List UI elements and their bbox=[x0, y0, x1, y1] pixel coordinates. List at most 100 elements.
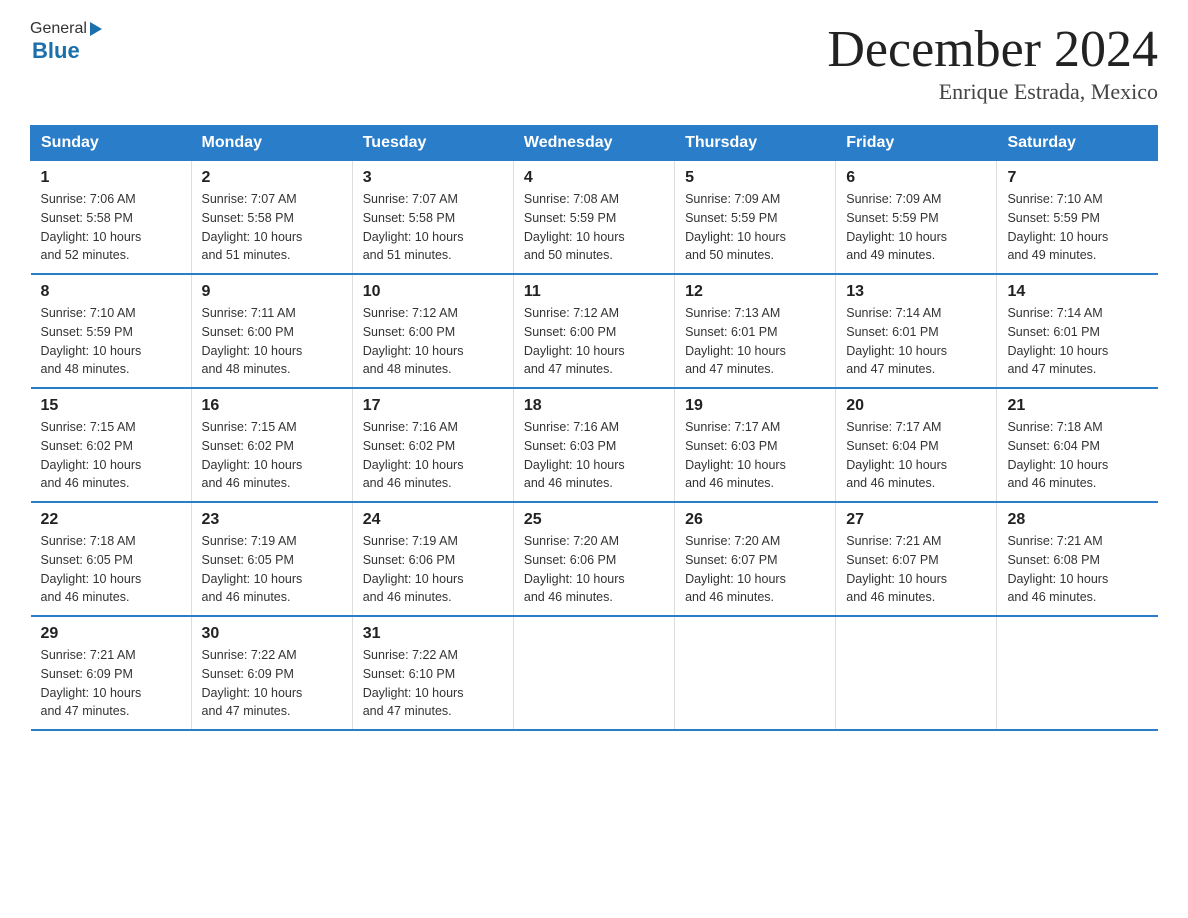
calendar-cell: 26Sunrise: 7:20 AMSunset: 6:07 PMDayligh… bbox=[675, 502, 836, 616]
day-info: Sunrise: 7:12 AMSunset: 6:00 PMDaylight:… bbox=[363, 304, 503, 379]
calendar-cell: 8 Sunrise: 7:10 AMSunset: 5:59 PMDaylight… bbox=[31, 274, 192, 388]
day-number: 4 bbox=[524, 169, 664, 187]
day-info: Sunrise: 7:22 AMSunset: 6:10 PMDaylight:… bbox=[363, 646, 503, 721]
day-info: Sunrise: 7:20 AMSunset: 6:07 PMDaylight:… bbox=[685, 532, 825, 607]
day-number: 7 bbox=[1007, 169, 1147, 187]
day-number: 14 bbox=[1007, 283, 1147, 301]
day-info: Sunrise: 7:07 AMSunset: 5:58 PMDaylight:… bbox=[202, 190, 342, 265]
day-info: Sunrise: 7:16 AMSunset: 6:03 PMDaylight:… bbox=[524, 418, 664, 493]
calendar-cell: 1 Sunrise: 7:06 AMSunset: 5:58 PMDaylight… bbox=[31, 161, 192, 275]
day-info: Sunrise: 7:22 AMSunset: 6:09 PMDaylight:… bbox=[202, 646, 342, 721]
day-info: Sunrise: 7:09 AMSunset: 5:59 PMDaylight:… bbox=[846, 190, 986, 265]
calendar-cell: 2 Sunrise: 7:07 AMSunset: 5:58 PMDaylight… bbox=[191, 161, 352, 275]
day-info: Sunrise: 7:06 AMSunset: 5:58 PMDaylight:… bbox=[41, 190, 181, 265]
day-info: Sunrise: 7:21 AMSunset: 6:09 PMDaylight:… bbox=[41, 646, 181, 721]
day-info: Sunrise: 7:10 AMSunset: 5:59 PMDaylight:… bbox=[41, 304, 181, 379]
day-info: Sunrise: 7:16 AMSunset: 6:02 PMDaylight:… bbox=[363, 418, 503, 493]
day-number: 9 bbox=[202, 283, 342, 301]
day-info: Sunrise: 7:15 AMSunset: 6:02 PMDaylight:… bbox=[41, 418, 181, 493]
day-number: 6 bbox=[846, 169, 986, 187]
day-info: Sunrise: 7:11 AMSunset: 6:00 PMDaylight:… bbox=[202, 304, 342, 379]
header-cell-thursday: Thursday bbox=[675, 126, 836, 161]
day-number: 18 bbox=[524, 397, 664, 415]
day-info: Sunrise: 7:17 AMSunset: 6:03 PMDaylight:… bbox=[685, 418, 825, 493]
header-row: SundayMondayTuesdayWednesdayThursdayFrid… bbox=[31, 126, 1158, 161]
logo-triangle-icon bbox=[90, 22, 102, 36]
calendar-cell: 4 Sunrise: 7:08 AMSunset: 5:59 PMDaylight… bbox=[513, 161, 674, 275]
day-info: Sunrise: 7:15 AMSunset: 6:02 PMDaylight:… bbox=[202, 418, 342, 493]
calendar-subtitle: Enrique Estrada, Mexico bbox=[827, 79, 1158, 105]
calendar-cell: 17Sunrise: 7:16 AMSunset: 6:02 PMDayligh… bbox=[352, 388, 513, 502]
page-header: General Blue December 2024 Enrique Estra… bbox=[30, 20, 1158, 105]
calendar-cell: 14 Sunrise: 7:14 AMSunset: 6:01 PMDayligh… bbox=[997, 274, 1158, 388]
calendar-table: SundayMondayTuesdayWednesdayThursdayFrid… bbox=[30, 125, 1158, 731]
calendar-title: December 2024 bbox=[827, 20, 1158, 79]
day-info: Sunrise: 7:21 AMSunset: 6:08 PMDaylight:… bbox=[1007, 532, 1147, 607]
week-row: 15 Sunrise: 7:15 AMSunset: 6:02 PMDayligh… bbox=[31, 388, 1158, 502]
week-row: 8 Sunrise: 7:10 AMSunset: 5:59 PMDaylight… bbox=[31, 274, 1158, 388]
title-section: December 2024 Enrique Estrada, Mexico bbox=[827, 20, 1158, 105]
day-number: 28 bbox=[1007, 511, 1147, 529]
header-cell-friday: Friday bbox=[836, 126, 997, 161]
day-number: 27 bbox=[846, 511, 986, 529]
day-number: 15 bbox=[41, 397, 181, 415]
day-info: Sunrise: 7:19 AMSunset: 6:06 PMDaylight:… bbox=[363, 532, 503, 607]
calendar-cell: 31 Sunrise: 7:22 AMSunset: 6:10 PMDayligh… bbox=[352, 616, 513, 730]
calendar-cell: 12 Sunrise: 7:13 AMSunset: 6:01 PMDayligh… bbox=[675, 274, 836, 388]
calendar-cell: 15 Sunrise: 7:15 AMSunset: 6:02 PMDayligh… bbox=[31, 388, 192, 502]
calendar-cell: 28 Sunrise: 7:21 AMSunset: 6:08 PMDayligh… bbox=[997, 502, 1158, 616]
calendar-cell: 23 Sunrise: 7:19 AMSunset: 6:05 PMDayligh… bbox=[191, 502, 352, 616]
day-number: 10 bbox=[363, 283, 503, 301]
day-number: 5 bbox=[685, 169, 825, 187]
day-info: Sunrise: 7:18 AMSunset: 6:05 PMDaylight:… bbox=[41, 532, 181, 607]
day-info: Sunrise: 7:13 AMSunset: 6:01 PMDaylight:… bbox=[685, 304, 825, 379]
calendar-cell: 5 Sunrise: 7:09 AMSunset: 5:59 PMDaylight… bbox=[675, 161, 836, 275]
calendar-cell: 29Sunrise: 7:21 AMSunset: 6:09 PMDayligh… bbox=[31, 616, 192, 730]
day-number: 19 bbox=[685, 397, 825, 415]
header-cell-monday: Monday bbox=[191, 126, 352, 161]
day-info: Sunrise: 7:14 AMSunset: 6:01 PMDaylight:… bbox=[1007, 304, 1147, 379]
day-info: Sunrise: 7:09 AMSunset: 5:59 PMDaylight:… bbox=[685, 190, 825, 265]
header-cell-tuesday: Tuesday bbox=[352, 126, 513, 161]
day-info: Sunrise: 7:21 AMSunset: 6:07 PMDaylight:… bbox=[846, 532, 986, 607]
calendar-cell: 22Sunrise: 7:18 AMSunset: 6:05 PMDayligh… bbox=[31, 502, 192, 616]
calendar-cell: 30 Sunrise: 7:22 AMSunset: 6:09 PMDayligh… bbox=[191, 616, 352, 730]
calendar-cell: 16 Sunrise: 7:15 AMSunset: 6:02 PMDayligh… bbox=[191, 388, 352, 502]
calendar-cell: 18 Sunrise: 7:16 AMSunset: 6:03 PMDayligh… bbox=[513, 388, 674, 502]
calendar-cell: 27 Sunrise: 7:21 AMSunset: 6:07 PMDayligh… bbox=[836, 502, 997, 616]
day-info: Sunrise: 7:19 AMSunset: 6:05 PMDaylight:… bbox=[202, 532, 342, 607]
day-info: Sunrise: 7:14 AMSunset: 6:01 PMDaylight:… bbox=[846, 304, 986, 379]
calendar-cell: 11 Sunrise: 7:12 AMSunset: 6:00 PMDayligh… bbox=[513, 274, 674, 388]
day-number: 8 bbox=[41, 283, 181, 301]
calendar-cell: 6 Sunrise: 7:09 AMSunset: 5:59 PMDaylight… bbox=[836, 161, 997, 275]
calendar-cell bbox=[836, 616, 997, 730]
day-number: 3 bbox=[363, 169, 503, 187]
calendar-cell: 10 Sunrise: 7:12 AMSunset: 6:00 PMDayligh… bbox=[352, 274, 513, 388]
header-cell-saturday: Saturday bbox=[997, 126, 1158, 161]
calendar-header: SundayMondayTuesdayWednesdayThursdayFrid… bbox=[31, 126, 1158, 161]
day-number: 31 bbox=[363, 625, 503, 643]
day-number: 30 bbox=[202, 625, 342, 643]
day-number: 11 bbox=[524, 283, 664, 301]
day-info: Sunrise: 7:07 AMSunset: 5:58 PMDaylight:… bbox=[363, 190, 503, 265]
day-number: 13 bbox=[846, 283, 986, 301]
day-number: 20 bbox=[846, 397, 986, 415]
day-info: Sunrise: 7:18 AMSunset: 6:04 PMDaylight:… bbox=[1007, 418, 1147, 493]
calendar-cell: 7Sunrise: 7:10 AMSunset: 5:59 PMDaylight… bbox=[997, 161, 1158, 275]
day-info: Sunrise: 7:08 AMSunset: 5:59 PMDaylight:… bbox=[524, 190, 664, 265]
logo: General Blue bbox=[30, 20, 102, 64]
logo-general-text: General bbox=[30, 20, 87, 38]
day-number: 23 bbox=[202, 511, 342, 529]
calendar-body: 1 Sunrise: 7:06 AMSunset: 5:58 PMDaylight… bbox=[31, 161, 1158, 731]
day-number: 2 bbox=[202, 169, 342, 187]
calendar-cell: 9 Sunrise: 7:11 AMSunset: 6:00 PMDaylight… bbox=[191, 274, 352, 388]
day-number: 1 bbox=[41, 169, 181, 187]
day-number: 12 bbox=[685, 283, 825, 301]
week-row: 22Sunrise: 7:18 AMSunset: 6:05 PMDayligh… bbox=[31, 502, 1158, 616]
calendar-cell: 20Sunrise: 7:17 AMSunset: 6:04 PMDayligh… bbox=[836, 388, 997, 502]
day-number: 21 bbox=[1007, 397, 1147, 415]
header-cell-sunday: Sunday bbox=[31, 126, 192, 161]
week-row: 29Sunrise: 7:21 AMSunset: 6:09 PMDayligh… bbox=[31, 616, 1158, 730]
day-info: Sunrise: 7:12 AMSunset: 6:00 PMDaylight:… bbox=[524, 304, 664, 379]
day-number: 16 bbox=[202, 397, 342, 415]
